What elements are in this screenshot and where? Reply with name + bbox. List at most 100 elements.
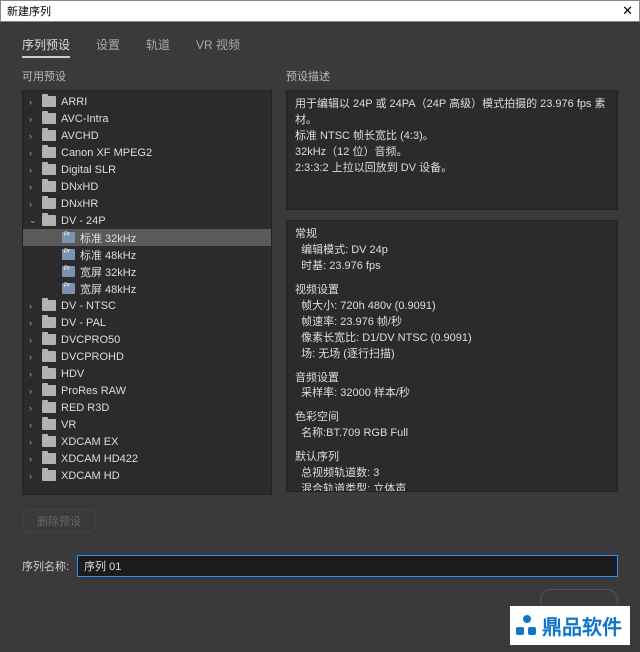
detail-heading: 音频设置 <box>295 371 609 387</box>
sequence-name-input[interactable] <box>77 555 618 577</box>
tree-item-label: AVC-Intra <box>61 113 108 125</box>
detail-line: 像素长宽比: D1/DV NTSC (0.9091) <box>295 331 609 347</box>
tree-item-label: XDCAM HD <box>61 470 120 482</box>
chevron-right-icon: › <box>29 335 39 345</box>
tree-item-label: 标准 32kHz <box>80 230 136 246</box>
preset-icon <box>62 249 75 260</box>
detail-group: 音频设置 采样率: 32000 样本/秒 <box>295 371 609 403</box>
chevron-right-icon: › <box>29 369 39 379</box>
preset-icon <box>62 232 75 243</box>
chevron-right-icon: › <box>29 471 39 481</box>
tree-folder[interactable]: ›DV - PAL <box>23 314 271 331</box>
tree-folder[interactable]: › DVCPROHD <box>23 348 271 365</box>
folder-icon <box>42 181 56 192</box>
detail-group: 默认序列 总视频轨道数: 3 混合轨道类型: 立体声 音频轨道: <box>295 450 609 492</box>
preset-icon <box>62 266 75 277</box>
detail-heading: 常规 <box>295 227 609 243</box>
description-line: 2:3:3:2 上拉以回放到 DV 设备。 <box>295 161 609 177</box>
tree-item-label: AVCHD <box>61 130 99 142</box>
tree-folder[interactable]: › DNxHD <box>23 178 271 195</box>
folder-icon <box>42 385 56 396</box>
chevron-right-icon: › <box>29 386 39 396</box>
detail-line: 帧大小: 720h 480v (0.9091) <box>295 299 609 315</box>
detail-heading: 色彩空间 <box>295 410 609 426</box>
folder-icon <box>42 147 56 158</box>
tree-folder[interactable]: › AVCHD <box>23 127 271 144</box>
watermark: 鼎品软件 <box>510 606 630 645</box>
tree-folder[interactable]: ›Digital SLR <box>23 161 271 178</box>
detail-line: 混合轨道类型: 立体声 <box>295 482 609 492</box>
chevron-right-icon: › <box>29 199 39 209</box>
tree-item-label: DV - 24P <box>61 215 106 227</box>
tree-item-label: RED R3D <box>61 402 109 414</box>
detail-heading: 视频设置 <box>295 283 609 299</box>
detail-line: 编辑模式: DV 24p <box>295 243 609 259</box>
tree-folder[interactable]: ⌄DV - 24P <box>23 212 271 229</box>
folder-icon <box>42 300 56 311</box>
tree-preset[interactable]: 标准 32kHz <box>23 229 271 246</box>
tree-preset[interactable]: 宽屏 48kHz <box>23 280 271 297</box>
folder-icon <box>42 130 56 141</box>
tree-preset[interactable]: 宽屏 32kHz <box>23 263 271 280</box>
preset-details-box: 常规 编辑模式: DV 24p 时基: 23.976 fps 视频设置 帧大小: … <box>286 220 618 492</box>
tree-item-label: DV - PAL <box>61 317 106 329</box>
tree-item-label: ProRes RAW <box>61 385 126 397</box>
chevron-right-icon: › <box>29 182 39 192</box>
description-line: 标准 NTSC 帧长宽比 (4:3)。 <box>295 129 609 145</box>
chevron-right-icon: › <box>29 97 39 107</box>
tab-1[interactable]: 设置 <box>96 36 120 58</box>
folder-icon <box>42 113 56 124</box>
tab-2[interactable]: 轨道 <box>146 36 170 58</box>
tree-item-label: Canon XF MPEG2 <box>61 147 152 159</box>
tree-item-label: 标准 48kHz <box>80 247 136 263</box>
tree-folder[interactable]: › HDV <box>23 365 271 382</box>
tree-item-label: ARRI <box>61 96 87 108</box>
chevron-right-icon: › <box>29 352 39 362</box>
tree-folder[interactable]: ›XDCAM EX <box>23 433 271 450</box>
chevron-right-icon: › <box>29 114 39 124</box>
tree-folder[interactable]: › DVCPRO50 <box>23 331 271 348</box>
tree-folder[interactable]: ›DV - NTSC <box>23 297 271 314</box>
detail-line: 采样率: 32000 样本/秒 <box>295 386 609 402</box>
folder-icon <box>42 436 56 447</box>
folder-icon <box>42 402 56 413</box>
detail-line: 时基: 23.976 fps <box>295 259 609 275</box>
tree-item-label: HDV <box>61 368 84 380</box>
tree-folder[interactable]: › ProRes RAW <box>23 382 271 399</box>
tab-3[interactable]: VR 视频 <box>196 36 240 58</box>
tree-item-label: VR <box>61 419 76 431</box>
close-icon[interactable]: ✕ <box>622 3 633 19</box>
tree-item-label: DVCPROHD <box>61 351 124 363</box>
tree-folder[interactable]: › RED R3D <box>23 399 271 416</box>
tree-preset[interactable]: 标准 48kHz <box>23 246 271 263</box>
tree-folder[interactable]: › AVC-Intra <box>23 110 271 127</box>
chevron-right-icon: › <box>29 454 39 464</box>
tree-folder[interactable]: › XDCAM HD <box>23 467 271 484</box>
tree-folder[interactable]: › DNxHR <box>23 195 271 212</box>
tree-item-label: DVCPRO50 <box>61 334 120 346</box>
detail-line: 总视频轨道数: 3 <box>295 466 609 482</box>
tree-folder[interactable]: › Canon XF MPEG2 <box>23 144 271 161</box>
tree-item-label: DNxHD <box>61 181 98 193</box>
tree-folder[interactable]: ›XDCAM HD422 <box>23 450 271 467</box>
delete-preset-button: 删除预设 <box>22 509 96 533</box>
folder-icon <box>42 334 56 345</box>
folder-icon <box>42 368 56 379</box>
tree-folder[interactable]: › VR <box>23 416 271 433</box>
detail-line: 帧速率: 23.976 帧/秒 <box>295 315 609 331</box>
folder-icon <box>42 453 56 464</box>
tree-item-label: DV - NTSC <box>61 300 116 312</box>
tree-item-label: XDCAM EX <box>61 436 118 448</box>
detail-group: 常规 编辑模式: DV 24p 时基: 23.976 fps <box>295 227 609 275</box>
chevron-right-icon: › <box>29 131 39 141</box>
tab-0[interactable]: 序列预设 <box>22 36 70 58</box>
preset-tree[interactable]: › ARRI › AVC-Intra › AVCHD › Canon XF MPEG2 ›Dig… <box>22 90 272 495</box>
chevron-right-icon: › <box>29 148 39 158</box>
tree-item-label: DNxHR <box>61 198 98 210</box>
folder-icon <box>42 317 56 328</box>
preset-description-label: 预设描述 <box>286 68 618 84</box>
tree-folder[interactable]: › ARRI <box>23 93 271 110</box>
detail-line: 名称:BT.709 RGB Full <box>295 426 609 442</box>
chevron-right-icon: › <box>29 403 39 413</box>
chevron-right-icon: › <box>29 420 39 430</box>
